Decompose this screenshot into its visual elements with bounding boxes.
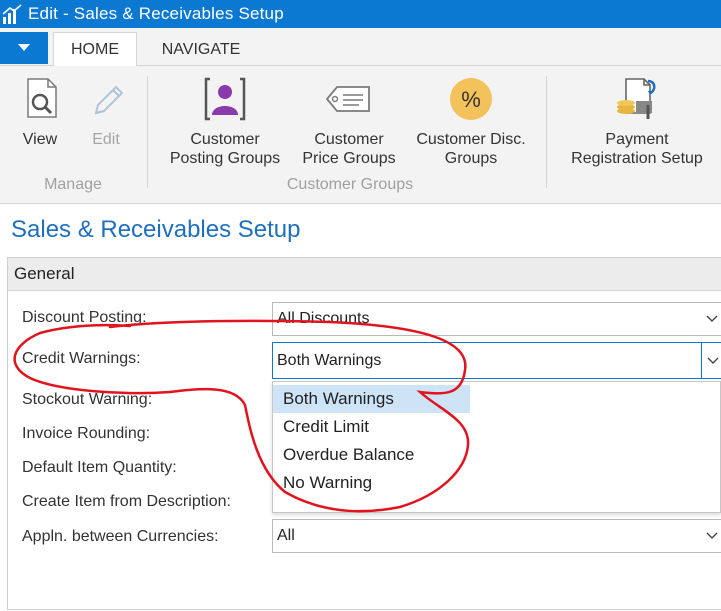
view-button[interactable]: View — [12, 74, 68, 149]
tab-navigate[interactable]: NAVIGATE — [148, 32, 254, 67]
chevron-down-icon[interactable] — [701, 520, 721, 552]
person-icon — [204, 77, 246, 121]
edit-label: Edit — [92, 131, 120, 148]
customer-disc-groups-label-line2: Groups — [444, 150, 498, 167]
customer-disc-groups-button[interactable]: % Customer Disc. Groups — [408, 74, 534, 168]
general-header[interactable]: General — [8, 258, 721, 291]
create-item-from-description-label: Create Item from Description: — [22, 493, 231, 510]
payment-setup-icon — [617, 78, 656, 119]
price-tag-icon — [325, 86, 370, 112]
dropdown-option[interactable]: Overdue Balance — [273, 441, 473, 469]
default-item-quantity-label: Default Item Quantity: — [22, 459, 177, 476]
customer-price-groups-button[interactable]: Customer Price Groups — [294, 74, 404, 168]
credit-warnings-dropdown: Both Warnings Credit Limit Overdue Balan… — [272, 381, 721, 513]
ribbon: View Edit Manage Customer Posting Groups — [0, 66, 721, 204]
percent-icon: % — [450, 78, 492, 120]
dropdown-option[interactable]: No Warning — [273, 469, 473, 497]
payment-registration-setup-button[interactable]: Payment Registration Setup — [560, 74, 714, 168]
group-label-manage: Manage — [44, 176, 102, 193]
edit-button[interactable]: Edit — [78, 74, 134, 149]
appln-between-currencies-value: All — [277, 527, 295, 544]
customer-disc-groups-label-line1: Customer Disc. — [416, 131, 526, 148]
credit-warnings-select[interactable]: Both Warnings — [272, 342, 721, 379]
window-title: Edit - Sales & Receivables Setup — [28, 4, 284, 23]
discount-posting-value: All Discounts — [277, 310, 370, 327]
chevron-down-icon[interactable] — [701, 303, 721, 335]
svg-text:%: % — [461, 87, 481, 112]
page-title: Sales & Receivables Setup — [11, 216, 301, 243]
view-label: View — [22, 131, 58, 148]
payment-registration-setup-label-line2: Registration Setup — [571, 150, 703, 167]
ribbon-separator — [147, 76, 148, 188]
customer-posting-groups-label-line2: Posting Groups — [169, 150, 281, 167]
invoice-rounding-label: Invoice Rounding: — [22, 425, 151, 442]
app-chart-icon — [2, 4, 22, 24]
tab-home[interactable]: HOME — [53, 32, 137, 67]
discount-posting-label: Discount Posting: — [22, 309, 147, 326]
credit-warnings-value: Both Warnings — [277, 351, 382, 369]
chevron-down-icon[interactable] — [701, 343, 721, 378]
ribbon-separator — [546, 76, 547, 188]
customer-price-groups-label-line2: Price Groups — [302, 150, 396, 167]
customer-posting-groups-button[interactable]: Customer Posting Groups — [160, 74, 290, 168]
customer-price-groups-label-line1: Customer — [314, 131, 384, 148]
stockout-warning-label: Stockout Warning: — [22, 391, 153, 408]
payment-registration-setup-label-line1: Payment — [605, 131, 669, 148]
dropdown-option[interactable]: Both Warnings — [273, 385, 470, 413]
view-document-icon — [27, 78, 57, 118]
title-bar: Edit - Sales & Receivables Setup — [0, 0, 721, 28]
appln-between-currencies-select[interactable]: All — [272, 519, 721, 553]
dropdown-option[interactable]: Credit Limit — [273, 413, 473, 441]
pencil-icon — [94, 85, 124, 115]
customer-posting-groups-label-line1: Customer — [190, 131, 260, 148]
appln-between-currencies-label: Appln. between Currencies: — [22, 528, 219, 545]
caret-down-icon — [18, 44, 30, 51]
ribbon-tab-row: HOME NAVIGATE — [0, 28, 721, 67]
credit-warnings-label: Credit Warnings: — [22, 350, 141, 367]
app-menu-button[interactable] — [0, 32, 48, 64]
discount-posting-select[interactable]: All Discounts — [272, 302, 721, 336]
group-label-customer-groups: Customer Groups — [286, 176, 414, 193]
